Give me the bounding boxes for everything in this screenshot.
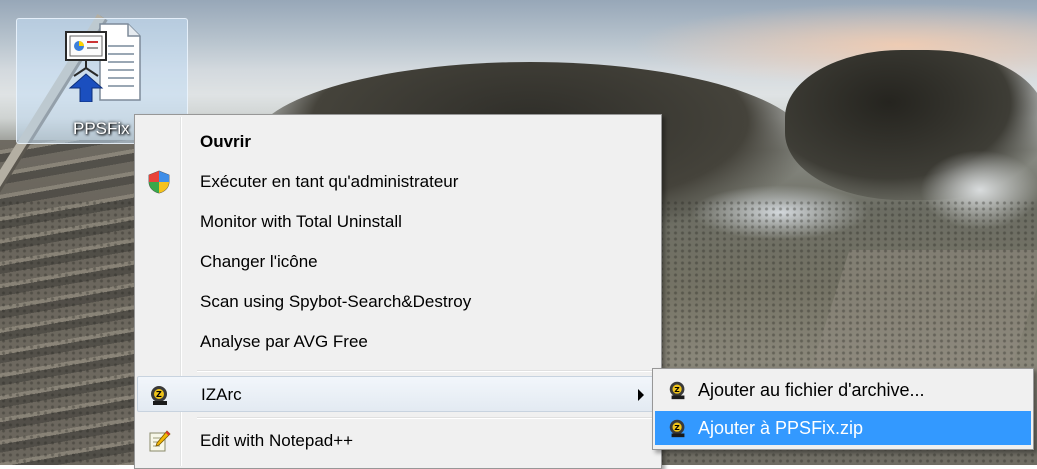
context-menu: Ouvrir Exécuter en tant qu'administrateu…: [134, 114, 662, 469]
svg-text:Z: Z: [674, 385, 679, 394]
menu-item-run-as-admin[interactable]: Exécuter en tant qu'administrateur: [137, 164, 659, 200]
menu-item-label: Ouvrir: [200, 132, 252, 151]
svg-text:Z: Z: [674, 423, 679, 432]
svg-text:Z: Z: [156, 390, 162, 399]
menu-item-spybot-scan[interactable]: Scan using Spybot-Search&Destroy: [137, 284, 659, 320]
izarc-submenu: Z Ajouter au fichier d'archive... Z Ajou…: [652, 368, 1034, 450]
menu-item-open[interactable]: Ouvrir: [137, 124, 659, 160]
menu-item-change-icon[interactable]: Changer l'icône: [137, 244, 659, 280]
izarc-icon: Z: [669, 381, 685, 400]
notepad-plus-plus-icon: [149, 430, 171, 452]
izarc-icon: Z: [669, 419, 685, 438]
submenu-item-add-to-zip[interactable]: Z Ajouter à PPSFix.zip: [655, 411, 1031, 445]
menu-item-label: Exécuter en tant qu'administrateur: [200, 172, 459, 191]
menu-separator: [197, 417, 657, 419]
submenu-item-add-to-archive[interactable]: Z Ajouter au fichier d'archive...: [655, 373, 1031, 407]
menu-item-monitor-total-uninstall[interactable]: Monitor with Total Uninstall: [137, 204, 659, 240]
menu-item-edit-notepadpp[interactable]: Edit with Notepad++: [137, 423, 659, 459]
menu-item-label: Analyse par AVG Free: [200, 332, 368, 351]
uac-shield-icon: [148, 170, 170, 194]
menu-item-label: Edit with Notepad++: [200, 431, 354, 450]
izarc-icon: Z: [151, 386, 167, 405]
menu-item-label: Scan using Spybot-Search&Destroy: [200, 292, 472, 311]
menu-item-label: IZArc: [201, 385, 242, 404]
powerpoint-show-document-icon: [65, 23, 141, 102]
menu-separator: [197, 370, 657, 372]
menu-item-izarc[interactable]: Z IZArc: [137, 376, 659, 412]
submenu-arrow-icon: [638, 389, 644, 401]
submenu-item-label: Ajouter à PPSFix.zip: [698, 418, 864, 438]
submenu-item-label: Ajouter au fichier d'archive...: [698, 380, 925, 400]
menu-item-avg-scan[interactable]: Analyse par AVG Free: [137, 324, 659, 360]
desktop-icon-label: PPSFix: [73, 119, 130, 138]
menu-item-label: Changer l'icône: [200, 252, 318, 271]
menu-item-label: Monitor with Total Uninstall: [200, 212, 402, 231]
